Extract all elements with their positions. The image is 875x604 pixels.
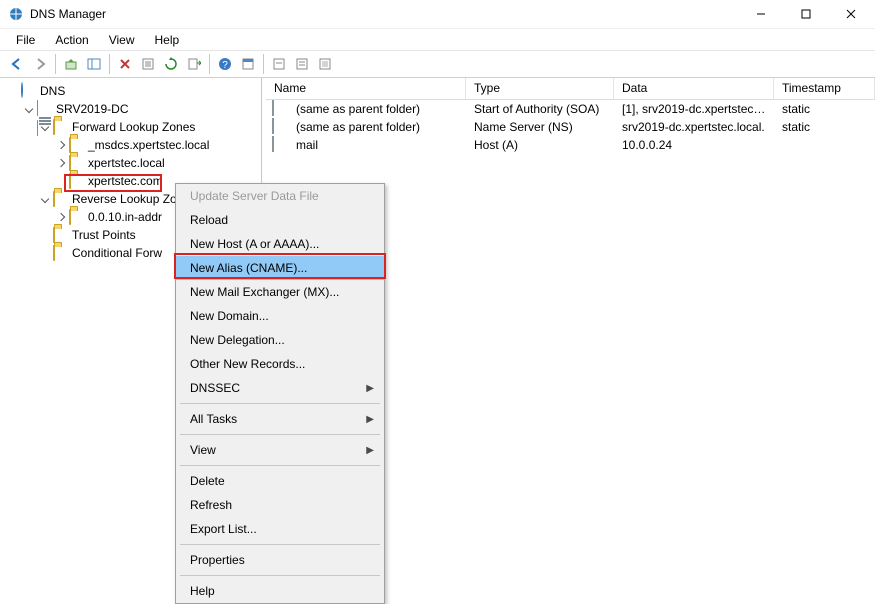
up-button[interactable]	[60, 53, 82, 75]
tree-zone-label: _msdcs.xpertstec.local	[88, 138, 209, 152]
tree-server-label: SRV2019-DC	[56, 102, 128, 116]
folder-icon	[69, 209, 85, 225]
cell-type: Name Server (NS)	[466, 120, 614, 134]
ctx-help[interactable]: Help	[176, 579, 384, 603]
window-title: DNS Manager	[30, 7, 738, 21]
tool-button-2[interactable]	[268, 53, 290, 75]
maximize-button[interactable]	[783, 0, 828, 28]
menu-file[interactable]: File	[6, 31, 45, 49]
tree-forward-lookup-zones[interactable]: Forward Lookup Zones	[0, 118, 261, 136]
menu-bar: File Action View Help	[0, 28, 875, 50]
tree-server[interactable]: SRV2019-DC	[0, 100, 261, 118]
cell-name: (same as parent folder)	[288, 102, 466, 116]
refresh-button[interactable]	[160, 53, 182, 75]
title-bar: DNS Manager	[0, 0, 875, 28]
record-icon	[272, 137, 288, 153]
cell-timestamp: static	[774, 120, 875, 134]
svg-text:?: ?	[222, 60, 228, 71]
column-data[interactable]: Data	[614, 78, 774, 99]
ctx-separator	[180, 544, 380, 545]
ctx-new-alias[interactable]: New Alias (CNAME)...	[176, 256, 384, 280]
ctx-dnssec[interactable]: DNSSEC ▶	[176, 376, 384, 400]
forward-button[interactable]	[29, 53, 51, 75]
tree-zone-xpertstec-local[interactable]: xpertstec.local	[0, 154, 261, 172]
column-headers: Name Type Data Timestamp	[266, 78, 875, 100]
ctx-properties[interactable]: Properties	[176, 548, 384, 572]
back-button[interactable]	[6, 53, 28, 75]
ctx-delete[interactable]: Delete	[176, 469, 384, 493]
ctx-dnssec-label: DNSSEC	[190, 381, 240, 395]
cell-type: Host (A)	[466, 138, 614, 152]
ctx-view-label: View	[190, 443, 216, 457]
ctx-export-list[interactable]: Export List...	[176, 517, 384, 541]
cell-timestamp: static	[774, 102, 875, 116]
folder-icon	[53, 245, 69, 261]
record-icon	[272, 119, 288, 135]
tree-root-label: DNS	[40, 84, 65, 98]
ctx-separator	[180, 403, 380, 404]
ctx-new-delegation[interactable]: New Delegation...	[176, 328, 384, 352]
submenu-arrow-icon: ▶	[366, 445, 374, 456]
ctx-refresh[interactable]: Refresh	[176, 493, 384, 517]
ctx-new-host[interactable]: New Host (A or AAAA)...	[176, 232, 384, 256]
delete-button[interactable]	[114, 53, 136, 75]
export-button[interactable]	[183, 53, 205, 75]
folder-icon	[53, 191, 69, 207]
properties-button[interactable]	[137, 53, 159, 75]
cell-data: 10.0.0.24	[614, 138, 774, 152]
tool-button-4[interactable]	[314, 53, 336, 75]
cell-type: Start of Authority (SOA)	[466, 102, 614, 116]
menu-help[interactable]: Help	[145, 31, 190, 49]
ctx-separator	[180, 575, 380, 576]
tree-root-dns[interactable]: DNS	[0, 82, 261, 100]
ctx-new-domain[interactable]: New Domain...	[176, 304, 384, 328]
ctx-all-tasks-label: All Tasks	[190, 412, 237, 426]
folder-icon	[69, 155, 85, 171]
ctx-view[interactable]: View ▶	[176, 438, 384, 462]
record-row[interactable]: (same as parent folder) Start of Authori…	[266, 100, 875, 118]
cell-name: (same as parent folder)	[288, 120, 466, 134]
tree-zone-label: 0.0.10.in-addr	[88, 210, 162, 224]
menu-action[interactable]: Action	[45, 31, 98, 49]
cell-name: mail	[288, 138, 466, 152]
show-hide-tree-button[interactable]	[83, 53, 105, 75]
ctx-separator	[180, 465, 380, 466]
ctx-other-new-records[interactable]: Other New Records...	[176, 352, 384, 376]
cell-data: srv2019-dc.xpertstec.local.	[614, 120, 774, 134]
tree-flz-label: Forward Lookup Zones	[72, 120, 195, 134]
ctx-separator	[180, 434, 380, 435]
app-icon	[8, 6, 24, 22]
tree-trust-points-label: Trust Points	[72, 228, 136, 242]
column-type[interactable]: Type	[466, 78, 614, 99]
tree-cf-label: Conditional Forw	[72, 246, 162, 260]
folder-icon	[53, 227, 69, 243]
server-icon	[37, 101, 53, 117]
ctx-all-tasks[interactable]: All Tasks ▶	[176, 407, 384, 431]
column-name[interactable]: Name	[266, 78, 466, 99]
minimize-button[interactable]	[738, 0, 783, 28]
tool-button-1[interactable]	[237, 53, 259, 75]
highlight-selected-zone	[64, 174, 162, 192]
submenu-arrow-icon: ▶	[366, 414, 374, 425]
tool-button-3[interactable]	[291, 53, 313, 75]
cell-data: [1], srv2019-dc.xpertstec.l...	[614, 102, 774, 116]
column-timestamp[interactable]: Timestamp	[774, 78, 875, 99]
close-button[interactable]	[828, 0, 873, 28]
dns-icon	[21, 83, 37, 99]
ctx-update-server-data-file: Update Server Data File	[176, 184, 384, 208]
record-row[interactable]: mail Host (A) 10.0.0.24	[266, 136, 875, 154]
menu-view[interactable]: View	[99, 31, 145, 49]
folder-icon	[69, 137, 85, 153]
ctx-reload[interactable]: Reload	[176, 208, 384, 232]
record-row[interactable]: (same as parent folder) Name Server (NS)…	[266, 118, 875, 136]
tree-zone-msdcs[interactable]: _msdcs.xpertstec.local	[0, 136, 261, 154]
folder-icon	[53, 119, 69, 135]
help-button[interactable]: ?	[214, 53, 236, 75]
record-icon	[272, 101, 288, 117]
ctx-new-mx[interactable]: New Mail Exchanger (MX)...	[176, 280, 384, 304]
toolbar: ?	[0, 50, 875, 78]
submenu-arrow-icon: ▶	[366, 383, 374, 394]
tree-zone-label: xpertstec.local	[88, 156, 165, 170]
context-menu: Update Server Data File Reload New Host …	[175, 183, 385, 604]
